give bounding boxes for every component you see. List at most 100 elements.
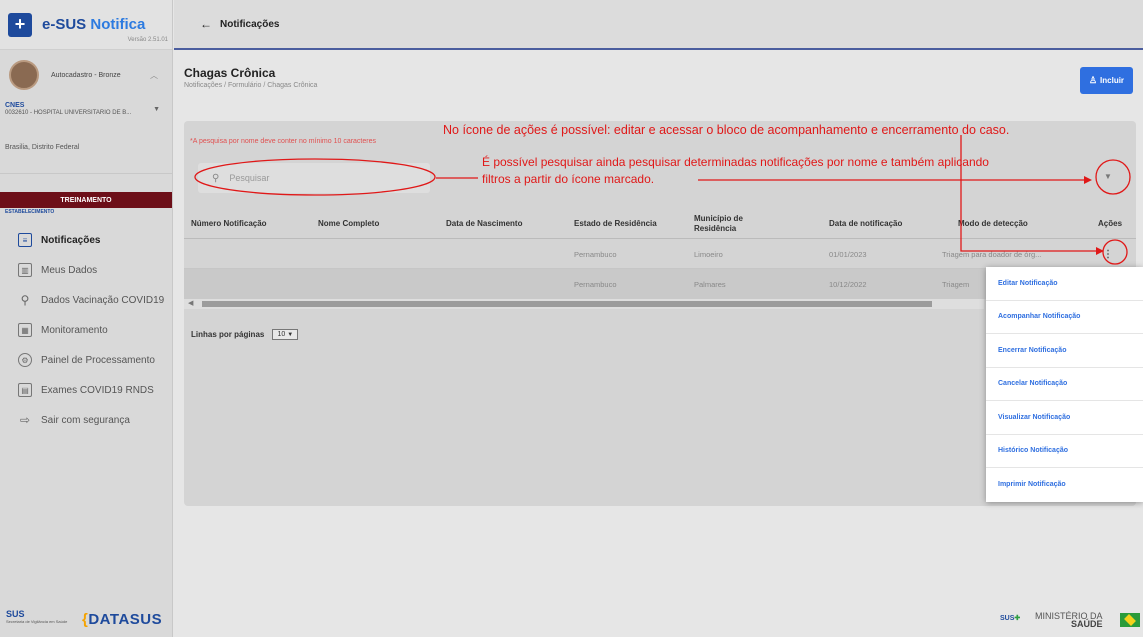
- header-modo-deteccao: Modo de detecção: [958, 219, 1028, 228]
- table-header: Número Notificação Nome Completo Data de…: [184, 209, 1136, 239]
- ministerio-line2: SAÚDE: [1071, 619, 1103, 629]
- rows-per-page-value: 10: [277, 331, 286, 338]
- notification-icon: ≡: [18, 233, 32, 247]
- environment-badge: TREINAMENTO: [0, 192, 172, 208]
- esus-logo-icon: +: [8, 12, 32, 37]
- cnes-value: 0032610 - HOSPITAL UNIVERSITARIO DE B...: [5, 110, 132, 116]
- scrollbar-thumb[interactable]: [202, 301, 932, 307]
- top-bar: ← Notificações: [174, 0, 1143, 50]
- app-name-prefix: e-SUS: [42, 16, 87, 33]
- scroll-left-icon[interactable]: ◀: [188, 299, 193, 307]
- menu-item-visualizar[interactable]: Visualizar Notificação: [986, 401, 1143, 435]
- chevron-up-icon: ︿: [150, 71, 158, 80]
- menu-item-encerrar[interactable]: Encerrar Notificação: [986, 334, 1143, 368]
- header-numero: Número Notificação: [191, 219, 267, 228]
- location-text: Brasilia, Distrito Federal: [0, 138, 172, 174]
- header-acoes: Ações: [1098, 219, 1123, 228]
- sidebar-item-label: Painel de Processamento: [41, 354, 155, 366]
- svs-logo-subtitle: Secretaria de Vigilância em Saúde: [6, 619, 68, 624]
- sidebar-item-notificacoes[interactable]: ≡ Notificações: [0, 225, 172, 255]
- menu-item-acompanhar[interactable]: Acompanhar Notificação: [986, 301, 1143, 334]
- include-button[interactable]: ♙ Incluir: [1080, 67, 1133, 94]
- search-icon: ⚲: [212, 172, 220, 184]
- cell-municipio: Limoeiro: [694, 249, 723, 259]
- sidebar-item-label: Sair com segurança: [41, 414, 130, 426]
- sus-mini-text: SUS: [1000, 615, 1015, 622]
- cell-modo-deteccao: Triagem para doador de órg...: [942, 249, 1042, 259]
- sidebar-item-label: Monitoramento: [41, 324, 108, 336]
- menu-item-cancelar[interactable]: Cancelar Notificação: [986, 368, 1143, 401]
- table-row[interactable]: Pernambuco Limoeiro 01/01/2023 Triagem p…: [184, 239, 1136, 269]
- back-arrow-icon[interactable]: ←: [200, 17, 212, 31]
- cell-municipio: Palmares: [694, 279, 726, 289]
- rows-per-page: Linhas por páginas 10 ▼: [191, 329, 299, 340]
- horizontal-scrollbar[interactable]: ◀: [184, 299, 984, 309]
- cnes-selector[interactable]: CNES 0032610 - HOSPITAL UNIVERSITARIO DE…: [0, 100, 172, 138]
- cell-estado: Pernambuco: [574, 249, 617, 259]
- avatar: [9, 60, 39, 90]
- topbar-title: Notificações: [220, 18, 280, 30]
- breadcrumb: Notificações / Formulário / Chagas Crôni…: [184, 82, 318, 89]
- brand-header: + e-SUS Notifica Versão 2.51.01: [0, 0, 172, 50]
- menu-item-historico[interactable]: Histórico Notificação: [986, 435, 1143, 468]
- filter-icon: ▼: [1104, 171, 1112, 181]
- menu-item-editar[interactable]: Editar Notificação: [986, 267, 1143, 301]
- footer: [174, 604, 1143, 637]
- sidebar-item-meus-dados[interactable]: ▥ Meus Dados: [0, 255, 172, 285]
- sus-mini-logo: SUS✚: [1000, 615, 1021, 622]
- rows-per-page-select[interactable]: 10 ▼: [272, 329, 299, 340]
- search-placeholder: Pesquisar: [229, 173, 270, 183]
- user-add-icon: ♙: [1088, 75, 1098, 85]
- search-hint: *A pesquisa por nome deve conter no míni…: [190, 138, 376, 145]
- sidebar-item-painel[interactable]: ⚙ Painel de Processamento: [0, 345, 172, 375]
- app-name-suffix: Notifica: [90, 16, 146, 33]
- caret-down-icon: ▼: [153, 106, 160, 113]
- app-version: Versão 2.51.01: [127, 37, 168, 43]
- chevron-down-icon: ▼: [287, 331, 294, 338]
- header-nascimento: Data de Nascimento: [446, 219, 523, 228]
- more-vertical-icon[interactable]: ⋮: [1103, 239, 1113, 269]
- establishment-label: ESTABELECIMENTO: [5, 209, 55, 215]
- gear-icon: ⚙: [18, 353, 32, 367]
- sidebar-item-label: Meus Dados: [41, 264, 98, 276]
- annotation-search-line2: filtros a partir do ícone marcado.: [482, 172, 655, 186]
- header-nome: Nome Completo: [318, 219, 380, 228]
- include-button-label: Incluir: [1100, 76, 1125, 85]
- vaccine-icon: ⚲: [20, 293, 30, 307]
- sidebar-item-sair[interactable]: ⇨ Sair com segurança: [0, 405, 172, 435]
- svs-logo: SUS Secretaria de Vigilância em Saúde: [6, 610, 67, 626]
- rows-per-page-label: Linhas por páginas: [191, 330, 265, 339]
- cell-data-notificacao: 10/12/2022: [829, 279, 867, 289]
- app-name: e-SUS Notifica: [42, 16, 145, 33]
- filter-button[interactable]: ▼: [1097, 165, 1119, 187]
- cell-data-notificacao: 01/01/2023: [829, 249, 867, 259]
- chart-icon: ▥: [18, 263, 32, 277]
- actions-menu: Editar Notificação Acompanhar Notificaçã…: [986, 267, 1143, 502]
- ministerio-logo: MINISTÉRIO DA SAÚDE: [1035, 612, 1103, 629]
- sidebar-item-exames[interactable]: ▤ Exames COVID19 RNDS: [0, 375, 172, 405]
- header-municipio: Município de Residência: [694, 214, 743, 233]
- user-name: Autocadastro - Bronze: [51, 71, 121, 79]
- sidebar-item-label: Notificações: [41, 234, 101, 246]
- brazil-flag-icon: [1120, 613, 1140, 627]
- datasus-logo: {DATASUS: [82, 611, 163, 628]
- sidebar-menu: ≡ Notificações ▥ Meus Dados ⚲ Dados Vaci…: [0, 225, 172, 435]
- user-menu[interactable]: Autocadastro - Bronze ︿: [0, 50, 172, 100]
- document-icon: ▤: [18, 383, 32, 397]
- sidebar-item-vacinacao[interactable]: ⚲ Dados Vacinação COVID19: [0, 285, 172, 315]
- menu-item-imprimir[interactable]: Imprimir Notificação: [986, 468, 1143, 502]
- cnes-label: CNES: [5, 102, 25, 109]
- search-input[interactable]: ⚲ Pesquisar: [198, 163, 430, 193]
- annotation-search-line1: É possível pesquisar ainda pesquisar det…: [482, 155, 989, 169]
- header-data-notificacao: Data de notificação: [829, 219, 903, 228]
- page-title: Chagas Crônica: [184, 66, 276, 80]
- header-estado: Estado de Residência: [574, 219, 657, 228]
- monitor-icon: ▦: [18, 323, 32, 337]
- cell-modo-deteccao: Triagem: [942, 279, 970, 289]
- cell-estado: Pernambuco: [574, 279, 617, 289]
- sidebar: + e-SUS Notifica Versão 2.51.01 Autocada…: [0, 0, 173, 637]
- annotation-actions: No ícone de ações é possível: editar e a…: [443, 123, 1010, 137]
- datasus-logo-text: DATASUS: [88, 611, 163, 628]
- sidebar-item-monitoramento[interactable]: ▦ Monitoramento: [0, 315, 172, 345]
- logout-icon: ⇨: [19, 413, 31, 427]
